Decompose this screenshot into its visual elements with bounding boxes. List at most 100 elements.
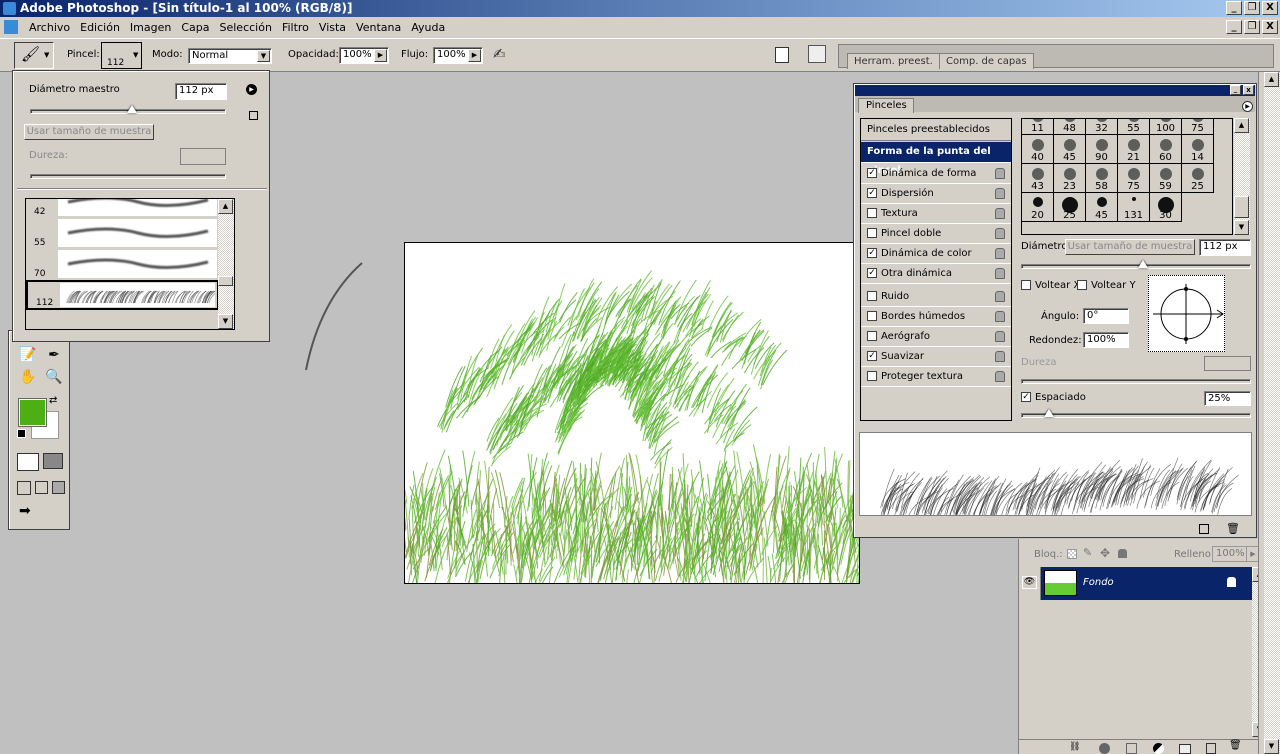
brush-option-4[interactable]: ✓ Dinámica de color [861, 244, 1011, 264]
brush-tip[interactable]: 11 [1022, 119, 1054, 135]
tool-preset-picker[interactable]: 🖌 ▼ [14, 42, 54, 69]
option-checkbox[interactable] [867, 311, 877, 321]
link-icon[interactable]: ⛓ [1069, 742, 1080, 752]
hand-tool-icon[interactable]: ✋ [17, 367, 39, 387]
brush-tip[interactable]: 43 [1022, 164, 1054, 193]
default-colors-icon[interactable] [17, 429, 26, 438]
tab-composiciones-de-capas[interactable]: Comp. de capas [939, 53, 1034, 69]
flow-input[interactable]: 100% ▶ [433, 47, 483, 64]
jump-to-imageready-icon[interactable]: ➡ [19, 503, 31, 519]
spacing-input[interactable]: 25% [1204, 391, 1251, 406]
layer-name[interactable]: Fondo [1083, 577, 1114, 588]
airbrush-icon[interactable]: ✍ [493, 45, 506, 63]
brush-tip[interactable]: 75 [1182, 119, 1214, 135]
master-diameter-input[interactable]: 112 px [175, 83, 227, 100]
brush-preset-item[interactable]: 112 [26, 280, 219, 310]
lock-icon[interactable] [995, 188, 1005, 199]
minimize-button[interactable]: _ [1226, 1, 1242, 15]
scroll-thumb[interactable] [218, 276, 233, 286]
new-preset-icon[interactable] [249, 111, 258, 120]
close-button[interactable]: X [1262, 1, 1278, 15]
tab-herramientas-preestablecidas[interactable]: Herram. preest. [847, 53, 940, 69]
brush-tip[interactable]: 32 [1086, 119, 1118, 135]
menu-filtro[interactable]: Filtro [277, 21, 314, 34]
brush-option-9[interactable]: ✓ Suavizar [861, 347, 1011, 367]
new-layer-icon[interactable] [1206, 743, 1216, 754]
doc-close-button[interactable]: X [1262, 20, 1278, 34]
tip-grid-scrollbar[interactable]: ▲ ▼ [1234, 118, 1250, 235]
panel-close-button[interactable]: x [1243, 85, 1254, 95]
brush-option-1[interactable]: ✓ Dispersión [861, 184, 1011, 204]
brush-tip[interactable]: 25 [1182, 164, 1214, 193]
brush-option-10[interactable]: Proteger textura [861, 367, 1011, 387]
option-checkbox[interactable]: ✓ [867, 188, 877, 198]
option-checkbox[interactable] [867, 208, 877, 218]
brush-tip[interactable]: 58 [1086, 164, 1118, 193]
brush-tip-shape-item[interactable]: Forma de la punta del pincel [861, 142, 1011, 176]
arrow-right-icon[interactable]: ▶ [468, 49, 481, 62]
option-checkbox[interactable]: ✓ [867, 168, 877, 178]
lock-paint-icon[interactable]: ✎ [1083, 546, 1092, 559]
brush-tip[interactable]: 48 [1054, 119, 1086, 135]
lock-icon[interactable] [995, 168, 1005, 179]
brush-tip[interactable]: 131 [1118, 193, 1150, 222]
lock-icon[interactable] [995, 228, 1005, 239]
brush-tip[interactable]: 40 [1022, 135, 1054, 164]
brush-option-0[interactable]: ✓ Dinámica de forma [861, 164, 1011, 184]
brush-option-3[interactable]: Pincel doble [861, 224, 1011, 244]
brush-tip[interactable]: 59 [1150, 164, 1182, 193]
brush-preset-item[interactable]: 55 [26, 218, 219, 248]
panel-menu-icon[interactable]: ▶ [1242, 101, 1253, 112]
lock-icon[interactable] [995, 248, 1005, 259]
doc-minimize-button[interactable]: _ [1226, 20, 1242, 34]
trash-icon[interactable]: 🗑 [1226, 522, 1240, 535]
brush-option-6[interactable]: Ruido [861, 287, 1011, 307]
brush-option-8[interactable]: Aerógrafo [861, 327, 1011, 347]
mode-select[interactable]: Normal ▼ [188, 48, 272, 64]
palette-menu-icon[interactable] [775, 47, 789, 63]
preset-list-scrollbar[interactable]: ▲ ▼ [218, 199, 234, 329]
brush-preset-item[interactable]: 70 [26, 249, 219, 279]
menu-archivo[interactable]: Archivo [24, 21, 75, 34]
option-checkbox[interactable]: ✓ [867, 248, 877, 258]
restore-button[interactable]: ❐ [1244, 1, 1260, 15]
scroll-up-icon[interactable]: ▲ [1234, 118, 1249, 133]
lock-icon[interactable] [995, 291, 1005, 302]
doc-restore-button[interactable]: ❐ [1244, 20, 1260, 34]
option-checkbox[interactable]: ✓ [867, 268, 877, 278]
diameter-slider[interactable] [30, 105, 226, 114]
brush-tip[interactable]: 75 [1118, 164, 1150, 193]
brush-tip[interactable]: 25 [1054, 193, 1086, 222]
brush-tip[interactable]: 30 [1150, 193, 1182, 222]
scroll-up-icon[interactable]: ▲ [218, 199, 233, 214]
brush-tip[interactable]: 23 [1054, 164, 1086, 193]
lock-icon[interactable] [995, 208, 1005, 219]
lock-transparency-icon[interactable] [1067, 549, 1077, 559]
lock-icon[interactable] [995, 331, 1005, 342]
option-checkbox[interactable] [867, 331, 877, 341]
notes-tool-icon[interactable]: 📝 [17, 345, 39, 365]
eyedropper-tool-icon[interactable]: ✒ [43, 345, 65, 365]
full-screen-menu-icon[interactable] [35, 481, 48, 494]
spacing-checkbox[interactable]: ✓ Espaciado [1021, 392, 1086, 403]
brush-tip[interactable]: 45 [1054, 135, 1086, 164]
standard-screen-icon[interactable] [17, 481, 31, 495]
document-canvas[interactable] [404, 242, 860, 584]
opacity-input[interactable]: 100% ▶ [339, 47, 389, 64]
fill-input[interactable]: 100% ▶ [1212, 546, 1260, 562]
option-checkbox[interactable] [867, 371, 877, 381]
lock-icon[interactable] [995, 371, 1005, 382]
scroll-down-icon[interactable]: ▼ [1264, 739, 1279, 754]
roundness-input[interactable]: 100% [1083, 332, 1129, 348]
quick-mask-mode-icon[interactable] [43, 453, 63, 469]
tab-pinceles[interactable]: Pinceles [858, 98, 914, 113]
delete-layer-icon[interactable]: 🗑 [1229, 740, 1242, 751]
spacing-slider[interactable] [1021, 409, 1251, 418]
scroll-down-icon[interactable]: ▼ [218, 314, 233, 329]
full-screen-icon[interactable] [52, 481, 65, 494]
brush-tip[interactable]: 90 [1086, 135, 1118, 164]
brush-tip[interactable]: 21 [1118, 135, 1150, 164]
popup-menu-arrow-icon[interactable]: ▶ [246, 84, 257, 95]
option-checkbox[interactable] [867, 228, 877, 238]
scroll-up-icon[interactable]: ▲ [1264, 72, 1279, 87]
